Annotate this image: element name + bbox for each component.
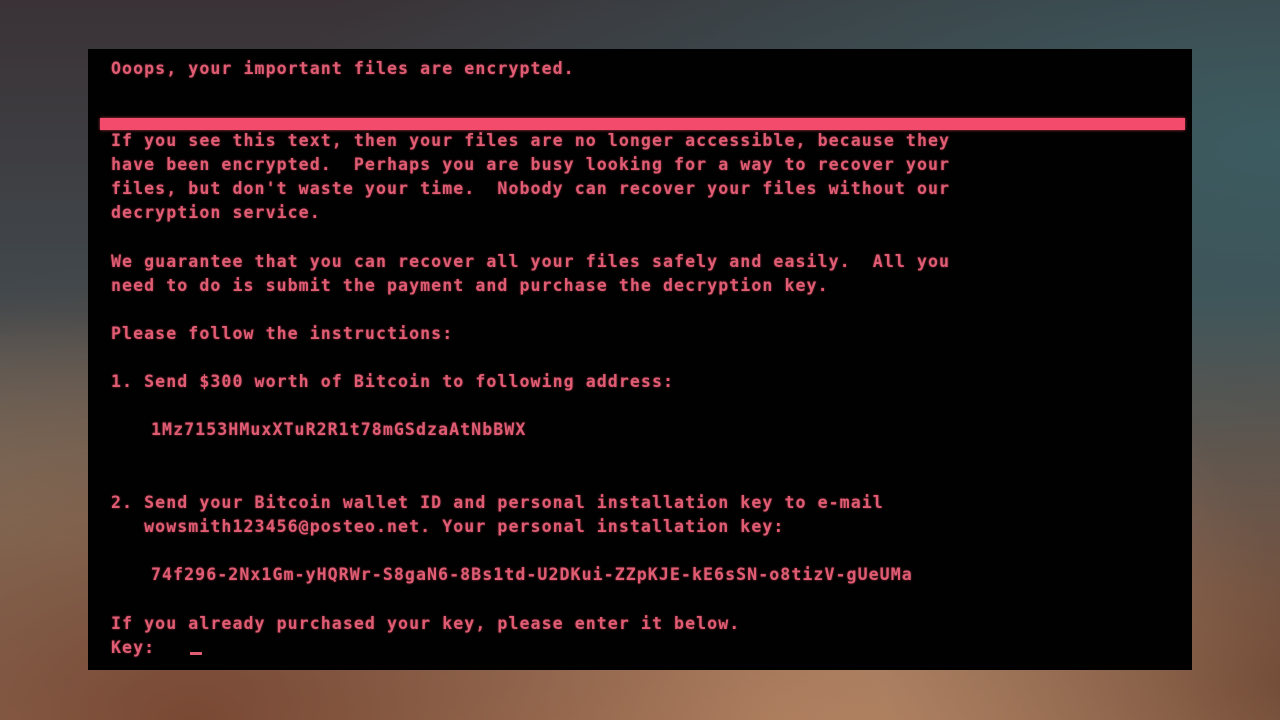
intro-line: If you see this text, then your files ar…: [111, 131, 951, 150]
step1-text: 1. Send $300 worth of Bitcoin to followi…: [111, 372, 675, 391]
intro-line: files, but don't waste your time. Nobody…: [111, 179, 951, 198]
guarantee-line: We guarantee that you can recover all yo…: [111, 252, 951, 271]
step2-line: wowsmith123456@posteo.net. Your personal…: [111, 517, 785, 536]
guarantee-line: need to do is submit the payment and pur…: [111, 276, 829, 295]
text-cursor: [190, 652, 203, 655]
key-label: Key:: [111, 638, 156, 657]
key-entry-row[interactable]: Key:: [111, 638, 203, 658]
intro-line: decryption service.: [111, 203, 321, 222]
ransom-title: Ooops, your important files are encrypte…: [111, 59, 575, 78]
installation-key: 74f296-2Nx1Gm-yHQRWr-S8gaN6-8Bs1td-U2DKu…: [151, 565, 913, 584]
divider-bar: [100, 118, 1185, 130]
ransom-screen: Ooops, your important files are encrypte…: [88, 49, 1192, 670]
key-prompt-text: If you already purchased your key, pleas…: [111, 614, 741, 633]
intro-line: have been encrypted. Perhaps you are bus…: [111, 155, 951, 174]
bitcoin-address: 1Mz7153HMuxXTuR2R1t78mGSdzaAtNbBWX: [151, 420, 527, 439]
instructions-heading: Please follow the instructions:: [111, 324, 454, 343]
step2-line: 2. Send your Bitcoin wallet ID and perso…: [111, 493, 884, 512]
